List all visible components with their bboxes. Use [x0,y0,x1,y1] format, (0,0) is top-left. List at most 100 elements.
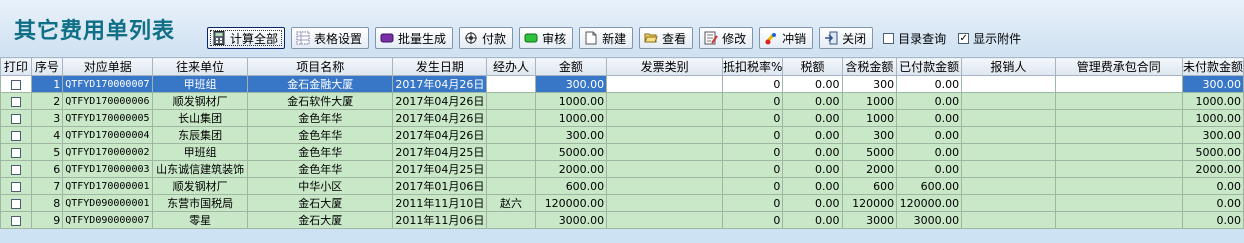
column-header[interactable]: 管理费承包合同 [1054,57,1183,76]
table-cell: 0.00 [1181,194,1244,212]
table-cell: 3 [30,109,64,127]
column-header[interactable]: 往来单位 [152,57,249,76]
table-row[interactable]: 4 QTFYD170000004 东辰集团 金色年华 2017年04月26日 300.00… [0,126,1244,144]
print-cell[interactable] [0,160,32,178]
column-header[interactable]: 发票类别 [606,57,723,76]
table-cell [961,177,1056,195]
print-checkbox[interactable] [10,181,21,192]
table-cell: 0.00 [782,92,843,110]
table-cell: 甲班组 [152,75,249,93]
table-cell: 5000.00 [534,143,608,161]
column-header[interactable]: 税额 [782,57,843,76]
column-header[interactable]: 已付款金额 [896,57,963,76]
column-header[interactable]: 含税金额 [841,57,898,76]
column-header[interactable]: 未付款金额 [1181,57,1244,76]
table-cell: 0.00 [896,126,963,144]
print-cell[interactable] [0,177,32,195]
table-row[interactable]: 9 QTFYD090000007 零星 金石大厦 2011年11月06日 3000.00 0… [0,211,1244,229]
table-cell: 300 [841,75,898,93]
table-cell: 0 [721,126,784,144]
print-checkbox[interactable] [10,79,21,90]
column-header[interactable]: 经办人 [486,57,536,76]
table-cell: QTFYD170000004 [62,126,154,144]
print-checkbox[interactable] [10,113,21,124]
column-header[interactable]: 报销人 [961,57,1056,76]
table-cell: 东营市国税局 [152,194,249,212]
column-header[interactable]: 抵扣税率% [721,57,784,76]
table-cell: 0.00 [1181,177,1244,195]
table-cell: 1000 [841,92,898,110]
column-header[interactable]: 序号 [30,57,64,76]
table-cell [606,211,723,229]
batch-generate-button[interactable]: 批量生成 [375,27,454,49]
print-cell[interactable] [0,143,32,161]
table-cell: 2000.00 [534,160,608,178]
table-row[interactable]: 1 QTFYD170000007 甲班组 金石金融大厦 2017年04月26日 300.0… [0,75,1244,93]
print-checkbox[interactable] [10,215,21,226]
table-row[interactable]: 8 QTFYD090000001 东营市国税局 金石大厦 2011年11月10日 赵六 12… [0,194,1244,212]
table-cell [1054,75,1183,93]
table-cell: 0.00 [782,177,843,195]
edit-icon [704,31,718,45]
catalog-query-checkbox[interactable] [883,32,895,44]
table-cell: 零星 [152,211,249,229]
new-button[interactable]: 新建 [579,27,634,49]
table-row[interactable]: 6 QTFYD170000003 山东诚信建筑装饰 金色年华 2017年04月25日 20… [0,160,1244,178]
table-cell: 300.00 [534,75,608,93]
table-settings-button[interactable]: 表格设置 [291,27,370,49]
view-button[interactable]: 查看 [639,27,694,49]
table-cell: 5 [30,143,64,161]
table-row[interactable]: 5 QTFYD170000002 甲班组 金色年华 2017年04月25日 5000.00… [0,143,1244,161]
print-cell[interactable] [0,109,32,127]
print-cell[interactable] [0,211,32,229]
table-cell [961,109,1056,127]
table-cell [486,143,536,161]
table-cell: 600 [841,177,898,195]
print-checkbox[interactable] [10,164,21,175]
table-cell [961,143,1056,161]
table-cell: 0.00 [782,211,843,229]
show-attachments-checkbox[interactable]: ✓ [958,32,970,44]
payment-button[interactable]: 付款 [459,27,514,49]
print-checkbox[interactable] [10,198,21,209]
print-checkbox[interactable] [10,147,21,158]
table-cell: 120000.00 [896,194,963,212]
print-cell[interactable] [0,75,32,93]
print-checkbox[interactable] [10,96,21,107]
table-cell: 300.00 [534,126,608,144]
calculate-all-button[interactable]: 计算全部 [207,27,286,49]
table-cell [1054,211,1183,229]
audit-icon [524,31,538,45]
table-row[interactable]: 3 QTFYD170000005 长山集团 金色年华 2017年04月26日 1000.0… [0,109,1244,127]
payment-label: 付款 [482,31,507,46]
table-cell: 山东诚信建筑装饰 [152,160,249,178]
table-cell: 0.00 [896,109,963,127]
table-cell [486,92,536,110]
table-cell: 0 [721,109,784,127]
column-header[interactable]: 金额 [534,57,608,76]
table-cell: 金色年华 [247,109,394,127]
table-row[interactable]: 2 QTFYD170000006 顺发钢材厂 金石软件大厦 2017年04月26日 100… [0,92,1244,110]
table-settings-icon [296,31,310,45]
table-cell: 2011年11月10日 [392,194,488,212]
print-checkbox[interactable] [10,130,21,141]
table-cell: 2011年11月06日 [392,211,488,229]
print-cell[interactable] [0,92,32,110]
table-cell [961,126,1056,144]
column-header[interactable]: 发生日期 [392,57,488,76]
edit-label: 修改 [722,31,747,46]
print-cell[interactable] [0,126,32,144]
print-cell[interactable] [0,194,32,212]
reverse-button[interactable]: 冲销 [759,27,814,49]
catalog-query-option[interactable]: 目录查询 [883,30,946,47]
column-header[interactable]: 对应单据 [62,57,154,76]
close-button[interactable]: 关闭 [819,27,874,49]
column-header[interactable]: 项目名称 [247,57,394,76]
table-cell [486,109,536,127]
audit-button[interactable]: 审核 [519,27,574,49]
column-header[interactable]: 打印 [0,57,32,76]
table-row[interactable]: 7 QTFYD170000001 顺发钢材厂 中华小区 2017年01月06日 600.0… [0,177,1244,195]
edit-button[interactable]: 修改 [699,27,754,49]
table-cell: 3000.00 [534,211,608,229]
show-attachments-option[interactable]: ✓ 显示附件 [958,30,1021,47]
